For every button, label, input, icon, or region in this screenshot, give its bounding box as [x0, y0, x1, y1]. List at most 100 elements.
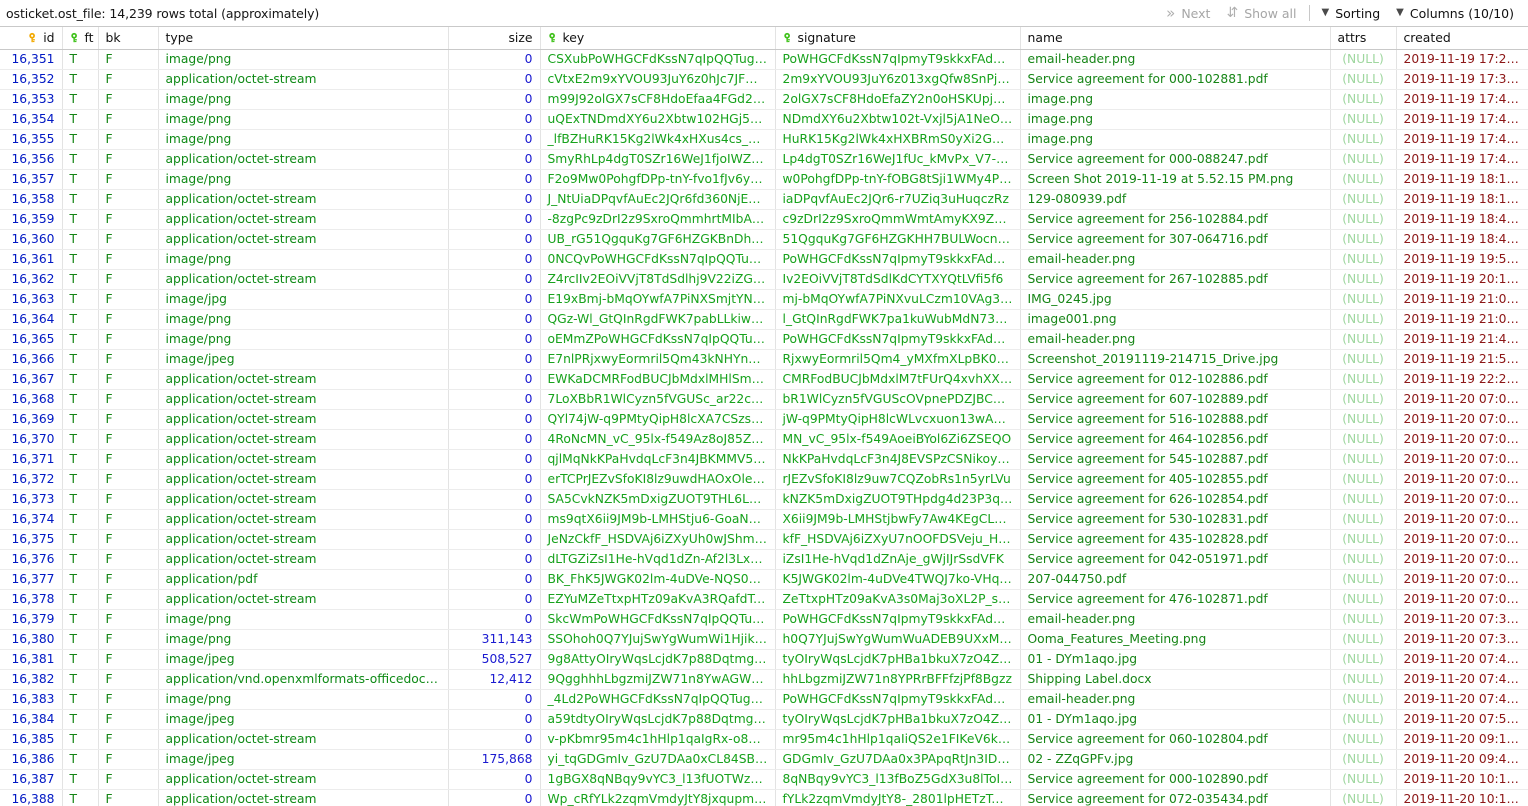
cell-size[interactable]: 0: [448, 369, 541, 390]
cell-key[interactable]: dLTGZiZsI1He-hVqd1dZn-Af2l3Lxktw: [540, 549, 776, 570]
cell-name[interactable]: 01 - DYm1aqo.jpg: [1020, 709, 1331, 730]
cell-id[interactable]: 16,353: [0, 89, 63, 110]
cell-name[interactable]: image001.png: [1020, 309, 1331, 330]
cell-attrs[interactable]: (NULL): [1330, 489, 1397, 510]
cell-name[interactable]: Screen Shot 2019-11-19 at 5.52.15 PM.png: [1020, 169, 1331, 190]
cell-signature[interactable]: c9zDrI2z9SxroQmmWmtAmyKX9Z3RWMCI: [775, 209, 1021, 230]
cell-created[interactable]: 2019-11-20 07:39:42: [1396, 629, 1528, 650]
cell-attrs[interactable]: (NULL): [1330, 209, 1397, 230]
table-row[interactable]: 16,359 T Fapplication/octet-stream 0 -8zgPc9…: [0, 209, 1528, 230]
cell-ft[interactable]: T: [62, 109, 99, 130]
cell-name[interactable]: 01 - DYm1aqo.jpg: [1020, 649, 1331, 670]
cell-type[interactable]: application/octet-stream: [158, 149, 449, 170]
cell-size[interactable]: 0: [448, 769, 541, 790]
cell-created[interactable]: 2019-11-20 07:01:13: [1396, 429, 1528, 450]
cell-attrs[interactable]: (NULL): [1330, 229, 1397, 250]
cell-signature[interactable]: Lp4dgT0SZr16WeJ1fUc_kMvPx_V7-qOg: [775, 149, 1021, 170]
table-row[interactable]: 16,353 T Fimage/png 0 m99J92olGX7sCF8HdoEfaa…: [0, 89, 1528, 110]
cell-size[interactable]: 0: [448, 209, 541, 230]
cell-type[interactable]: image/png: [158, 629, 449, 650]
cell-signature[interactable]: K5JWGK02lm-4uDVe4TWQJ7ko-VHqoPwD: [775, 569, 1021, 590]
cell-bk[interactable]: F: [98, 549, 159, 570]
cell-bk[interactable]: F: [98, 709, 159, 730]
cell-bk[interactable]: F: [98, 749, 159, 770]
cell-name[interactable]: 02 - ZZqGPFv.jpg: [1020, 749, 1331, 770]
table-row[interactable]: 16,381 T Fimage/jpeg 508,527 9g8AttyOIryWqsL…: [0, 649, 1528, 670]
cell-size[interactable]: 0: [448, 329, 541, 350]
cell-ft[interactable]: T: [62, 349, 99, 370]
cell-bk[interactable]: F: [98, 509, 159, 530]
cell-signature[interactable]: jW-q9PMtyQipH8lcWLvcxuon13wAS0e4: [775, 409, 1021, 430]
column-header-created[interactable]: created: [1396, 27, 1528, 50]
cell-key[interactable]: QYl74jW-q9PMtyQipH8lcXA7CSzsYipM: [540, 409, 776, 430]
cell-attrs[interactable]: (NULL): [1330, 409, 1397, 430]
table-row[interactable]: 16,380 T Fimage/png 311,143 SSOhoh0Q7YJujSwY…: [0, 629, 1528, 650]
cell-ft[interactable]: T: [62, 789, 99, 806]
cell-signature[interactable]: CMRFodBUCJbMdxlM7tFUrQ4xvhXXke_j: [775, 369, 1021, 390]
cell-type[interactable]: application/octet-stream: [158, 189, 449, 210]
column-header-signature[interactable]: signature: [775, 27, 1021, 50]
cell-ft[interactable]: T: [62, 609, 99, 630]
cell-id[interactable]: 16,368: [0, 389, 63, 410]
cell-name[interactable]: 207-044750.pdf: [1020, 569, 1331, 590]
cell-type[interactable]: application/octet-stream: [158, 469, 449, 490]
cell-signature[interactable]: tyOIryWqsLcjdK7pHBa1bkuX7zO4ZbH_: [775, 709, 1021, 730]
cell-id[interactable]: 16,358: [0, 189, 63, 210]
cell-ft[interactable]: T: [62, 449, 99, 470]
cell-created[interactable]: 2019-11-19 17:22:01: [1396, 49, 1528, 70]
cell-created[interactable]: 2019-11-19 21:01:47: [1396, 289, 1528, 310]
cell-attrs[interactable]: (NULL): [1330, 329, 1397, 350]
cell-key[interactable]: J_NtUiaDPqvfAuEc2JQr6fd360NjEbxY: [540, 189, 776, 210]
cell-name[interactable]: Service agreement for 060-102804.pdf: [1020, 729, 1331, 750]
cell-size[interactable]: 0: [448, 789, 541, 806]
cell-id[interactable]: 16,376: [0, 549, 63, 570]
cell-size[interactable]: 0: [448, 429, 541, 450]
cell-bk[interactable]: F: [98, 369, 159, 390]
cell-created[interactable]: 2019-11-20 07:01:17: [1396, 489, 1528, 510]
table-row[interactable]: 16,365 T Fimage/png 0 oEMmZPoWHGCFdKssN7qIpQ…: [0, 329, 1528, 350]
cell-type[interactable]: application/vnd.openxmlformats-officedoc…: [158, 669, 449, 690]
cell-key[interactable]: EWKaDCMRFodBUCJbMdxlMHlSm1FLFUDQ: [540, 369, 776, 390]
cell-attrs[interactable]: (NULL): [1330, 789, 1397, 806]
cell-key[interactable]: 9g8AttyOIryWqsLcjdK7p88DqtmgY46g: [540, 649, 776, 670]
cell-ft[interactable]: T: [62, 549, 99, 570]
column-header-type[interactable]: type: [158, 27, 449, 50]
cell-type[interactable]: image/png: [158, 49, 449, 70]
cell-created[interactable]: 2019-11-20 07:39:01: [1396, 609, 1528, 630]
cell-signature[interactable]: RjxwyEormril5Qm4_yMXfmXLpBK0eVwa: [775, 349, 1021, 370]
cell-bk[interactable]: F: [98, 169, 159, 190]
cell-created[interactable]: 2019-11-19 17:47:11: [1396, 89, 1528, 110]
table-row[interactable]: 16,364 T Fimage/png 0 QGz-Wl_GtQInRgdFWK7pab…: [0, 309, 1528, 330]
cell-bk[interactable]: F: [98, 249, 159, 270]
cell-size[interactable]: 0: [448, 249, 541, 270]
cell-key[interactable]: EZYuMZeTtxpHTz09aKvA3RQafdTsbpPk: [540, 589, 776, 610]
cell-created[interactable]: 2019-11-20 07:01:15: [1396, 469, 1528, 490]
table-row[interactable]: 16,382 T Fapplication/vnd.openxmlformats-o…: [0, 669, 1528, 690]
cell-ft[interactable]: T: [62, 469, 99, 490]
cell-signature[interactable]: PoWHGCFdKssN7qIpmyT9skkxFAdqtYhh: [775, 49, 1021, 70]
cell-bk[interactable]: F: [98, 789, 159, 806]
table-row[interactable]: 16,368 T Fapplication/octet-stream 0 7LoXBbR…: [0, 389, 1528, 410]
table-row[interactable]: 16,360 T Fapplication/octet-stream 0 UB_rG51…: [0, 229, 1528, 250]
cell-attrs[interactable]: (NULL): [1330, 89, 1397, 110]
cell-created[interactable]: 2019-11-20 07:01:24: [1396, 549, 1528, 570]
cell-signature[interactable]: X6ii9JM9b-LMHStjbwFy7Aw4KEgCL7u9: [775, 509, 1021, 530]
cell-id[interactable]: 16,377: [0, 569, 63, 590]
cell-ft[interactable]: T: [62, 749, 99, 770]
cell-bk[interactable]: F: [98, 329, 159, 350]
cell-type[interactable]: image/jpeg: [158, 349, 449, 370]
cell-name[interactable]: Shipping Label.docx: [1020, 669, 1331, 690]
cell-attrs[interactable]: (NULL): [1330, 449, 1397, 470]
cell-attrs[interactable]: (NULL): [1330, 269, 1397, 290]
column-header-ft[interactable]: ft: [62, 27, 99, 50]
cell-attrs[interactable]: (NULL): [1330, 349, 1397, 370]
cell-key[interactable]: _4Ld2PoWHGCFdKssN7qIpQQTugye8wPM: [540, 689, 776, 710]
cell-bk[interactable]: F: [98, 669, 159, 690]
table-row[interactable]: 16,361 T Fimage/png 0 0NCQvPoWHGCFdKssN7qIpQ…: [0, 249, 1528, 270]
cell-signature[interactable]: 51QgquKg7GF6HZGKHH7BULWocnNDwsiM: [775, 229, 1021, 250]
cell-type[interactable]: application/octet-stream: [158, 209, 449, 230]
cell-key[interactable]: v-pKbmr95m4c1hHlp1qaIgRx-o8CLsWY: [540, 729, 776, 750]
cell-bk[interactable]: F: [98, 729, 159, 750]
cell-created[interactable]: 2019-11-20 09:46:11: [1396, 749, 1528, 770]
table-row[interactable]: 16,374 T Fapplication/octet-stream 0 ms9qtX6…: [0, 509, 1528, 530]
